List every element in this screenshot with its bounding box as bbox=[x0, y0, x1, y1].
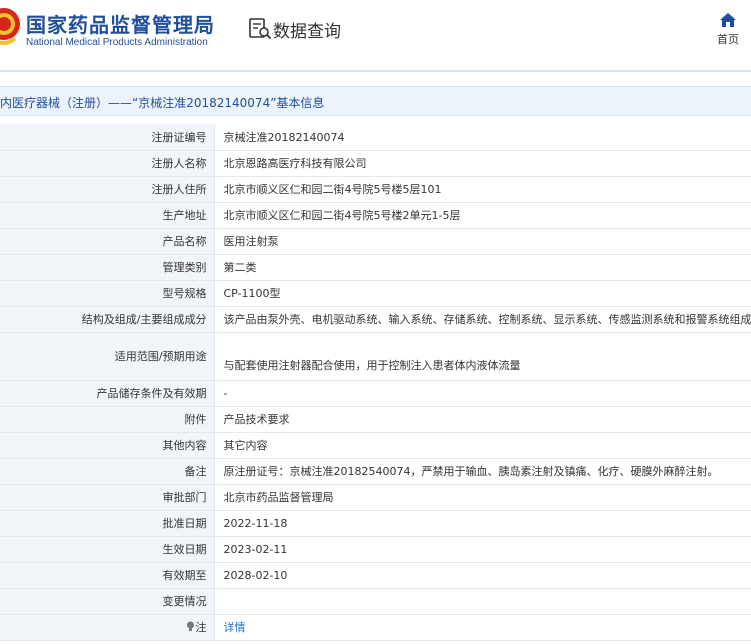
field-label: 有效期至 bbox=[0, 562, 215, 589]
site-header: 国家药品监督管理局 National Medical Products Admi… bbox=[0, 0, 751, 70]
site-title-en[interactable]: National Medical Products Administration bbox=[26, 37, 208, 48]
table-row: 产品名称 医用注射泵 bbox=[0, 228, 751, 255]
field-label: 产品名称 bbox=[0, 228, 215, 255]
table-row: 生产地址 北京市顺义区仁和园二街4号院5号楼2单元1-5层 bbox=[0, 202, 751, 229]
table-row: 适用范围/预期用途 与配套使用注射器配合使用，用于控制注入患者体内液体流量 bbox=[0, 332, 751, 381]
detail-link[interactable]: 详情 bbox=[224, 621, 246, 634]
field-value: 2028-02-10 bbox=[214, 562, 751, 589]
field-value: 北京市顺义区仁和园二街4号院5号楼2单元1-5层 bbox=[214, 202, 751, 229]
field-label: 变更情况 bbox=[0, 588, 215, 615]
field-value: 2022-11-18 bbox=[214, 510, 751, 537]
field-value: 第二类 bbox=[214, 254, 751, 281]
field-value: 医用注射泵 bbox=[214, 228, 751, 255]
field-value bbox=[214, 588, 751, 615]
table-row: 审批部门 北京市药品监督管理局 bbox=[0, 484, 751, 511]
field-label: 附件 bbox=[0, 406, 215, 433]
field-label: 注册证编号 bbox=[0, 124, 215, 151]
table-row: 附件 产品技术要求 bbox=[0, 406, 751, 433]
field-value: 北京恩路高医疗科技有限公司 bbox=[214, 150, 751, 177]
field-value-note: 详情 bbox=[214, 614, 751, 641]
document-search-icon bbox=[249, 18, 272, 40]
field-label: 产品储存条件及有效期 bbox=[0, 380, 215, 407]
field-value: 产品技术要求 bbox=[214, 406, 751, 433]
home-icon bbox=[720, 13, 736, 27]
table-row: 有效期至 2028-02-10 bbox=[0, 562, 751, 589]
table-row: 注册人名称 北京恩路高医疗科技有限公司 bbox=[0, 150, 751, 177]
lightbulb-icon bbox=[186, 621, 194, 631]
field-value: 原注册证号：京械注准20182540074，严禁用于输血、胰岛素注射及镇痛、化疗… bbox=[214, 458, 751, 485]
field-label-note: 注 bbox=[0, 614, 215, 641]
field-label: 注册人名称 bbox=[0, 150, 215, 177]
field-label: 管理类别 bbox=[0, 254, 215, 281]
home-link[interactable]: 首页 bbox=[710, 12, 746, 47]
field-value: 2023-02-11 bbox=[214, 536, 751, 563]
nmpa-emblem-icon bbox=[0, 8, 20, 45]
header-divider bbox=[0, 70, 751, 72]
field-label: 适用范围/预期用途 bbox=[0, 332, 215, 381]
field-label: 其他内容 bbox=[0, 432, 215, 459]
table-row: 管理类别 第二类 bbox=[0, 254, 751, 281]
field-value: 北京市药品监督管理局 bbox=[214, 484, 751, 511]
site-title-cn[interactable]: 国家药品监督管理局 bbox=[26, 9, 215, 38]
field-value: - bbox=[214, 380, 751, 407]
home-label: 首页 bbox=[717, 33, 739, 46]
breadcrumb-bar: 内医疗器械（注册）——“京械注准20182140074”基本信息 bbox=[0, 86, 751, 116]
field-label: 批准日期 bbox=[0, 510, 215, 537]
field-value: 该产品由泵外壳、电机驱动系统、输入系统、存储系统、控制系统、显示系统、传感监测系… bbox=[214, 306, 751, 333]
field-label: 备注 bbox=[0, 458, 215, 485]
table-row: 其他内容 其它内容 bbox=[0, 432, 751, 459]
breadcrumb: 内医疗器械（注册）——“京械注准20182140074”基本信息 bbox=[0, 96, 325, 110]
field-label: 生产地址 bbox=[0, 202, 215, 229]
field-value: CP-1100型 bbox=[214, 280, 751, 307]
field-label: 型号规格 bbox=[0, 280, 215, 307]
table-row: 备注 原注册证号：京械注准20182540074，严禁用于输血、胰岛素注射及镇痛、… bbox=[0, 458, 751, 485]
table-row: 注册证编号 京械注准20182140074 bbox=[0, 124, 751, 151]
field-label: 注册人住所 bbox=[0, 176, 215, 203]
table-row: 型号规格 CP-1100型 bbox=[0, 280, 751, 307]
field-label: 结构及组成/主要组成成分 bbox=[0, 306, 215, 333]
page-section-title: 数据查询 bbox=[273, 22, 341, 42]
table-row: 产品储存条件及有效期 - bbox=[0, 380, 751, 407]
field-label: 审批部门 bbox=[0, 484, 215, 511]
table-row: 注册人住所 北京市顺义区仁和园二街4号院5号楼5层101 bbox=[0, 176, 751, 203]
table-row: 变更情况 bbox=[0, 588, 751, 615]
field-label: 生效日期 bbox=[0, 536, 215, 563]
table-row-note: 注 详情 bbox=[0, 614, 751, 641]
note-label: 注 bbox=[195, 621, 207, 634]
field-value: 京械注准20182140074 bbox=[214, 124, 751, 151]
field-value: 北京市顺义区仁和园二街4号院5号楼5层101 bbox=[214, 176, 751, 203]
field-value: 与配套使用注射器配合使用，用于控制注入患者体内液体流量 bbox=[214, 332, 751, 381]
table-row: 批准日期 2022-11-18 bbox=[0, 510, 751, 537]
table-row: 生效日期 2023-02-11 bbox=[0, 536, 751, 563]
table-row: 结构及组成/主要组成成分 该产品由泵外壳、电机驱动系统、输入系统、存储系统、控制系… bbox=[0, 306, 751, 333]
device-info-table: 注册证编号 京械注准20182140074 注册人名称 北京恩路高医疗科技有限公司 注册… bbox=[0, 124, 751, 641]
field-value: 其它内容 bbox=[214, 432, 751, 459]
